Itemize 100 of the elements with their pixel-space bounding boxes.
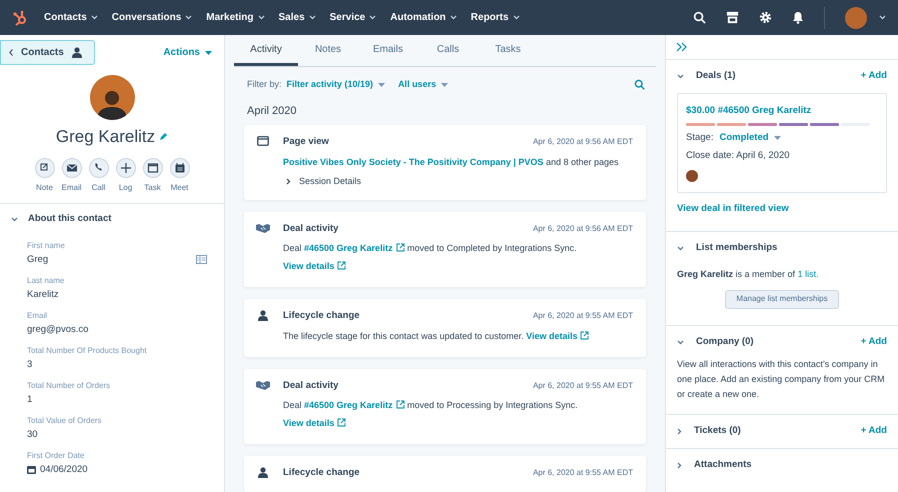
link[interactable]: View deal in filtered view (677, 202, 789, 216)
actions-dropdown[interactable]: Actions (163, 45, 212, 60)
add-link[interactable]: + Add (860, 424, 887, 438)
membership-text: Greg Karelitz is a member of 1 list. (677, 268, 820, 281)
field-label: Total Value of Orders (27, 414, 103, 426)
handshake-icon (256, 380, 270, 390)
caret-icon (308, 15, 316, 20)
chevron-icon (286, 178, 291, 185)
filter-dropdown[interactable]: Filter activity (10/19) (286, 78, 386, 92)
nav-menu-item[interactable]: Conversations (112, 10, 192, 25)
nav-menu-item[interactable]: Sales (278, 10, 316, 25)
nav-menu-item[interactable]: Service (330, 10, 376, 25)
add-link[interactable]: + Add (860, 334, 887, 350)
deal-link[interactable]: $30.00 #46500 Greg Karelitz (686, 104, 878, 118)
person-icon (258, 310, 268, 322)
user-avatar[interactable] (845, 6, 867, 28)
section-toggle[interactable]: About this contact (0, 204, 224, 236)
activity-title: Lifecycle change (283, 466, 360, 480)
field-label: Total Number of Orders (27, 380, 112, 390)
expand-panel-icon[interactable] (676, 42, 688, 52)
link[interactable]: #46500 Greg Karelitz (304, 400, 393, 410)
activity-text: Deal #46500 Greg Karelitz moved to Processing by Integrations Sync. View details (283, 398, 579, 430)
close-date: Close date: April 6, 2020 (686, 148, 791, 162)
external-link-icon[interactable] (580, 330, 590, 340)
caret-icon (441, 82, 448, 87)
link[interactable]: #46500 Greg Karelitz (304, 243, 393, 254)
section-toggle[interactable]: List memberships (677, 241, 778, 256)
link[interactable]: View details (283, 418, 334, 428)
field-value: 3 (27, 358, 32, 370)
external-link-icon[interactable] (337, 261, 346, 270)
caret-icon[interactable] (879, 15, 886, 20)
caret-icon (369, 15, 376, 20)
tab[interactable]: Calls (418, 35, 478, 66)
company-description: View all interactions with this contact’s company in one place. Add an existing company from your CRM or create a new one. (677, 358, 886, 400)
activity-text: Deal #46500 Greg Karelitz moved to Completed by Integrations Sync. View details (283, 242, 578, 274)
stage-dropdown[interactable]: Completed (719, 131, 781, 146)
caret-icon (774, 136, 781, 140)
activity-title: Deal activity (283, 378, 338, 392)
caret-icon (378, 82, 386, 87)
field-value: 04/06/2020 (40, 462, 88, 476)
nav-menu-item[interactable]: Contacts (44, 10, 98, 25)
owner-avatar (686, 170, 698, 182)
handshake-icon (256, 223, 270, 233)
activity-timestamp: Apr 6, 2020 at 9:55 AM EDT (532, 310, 633, 322)
activity-title: Page view (283, 135, 329, 150)
sprocket-logo-icon[interactable] (12, 10, 28, 26)
link[interactable]: View details (526, 330, 578, 340)
field-label: Email (27, 310, 48, 320)
details-icon[interactable] (196, 254, 207, 264)
search-icon[interactable] (693, 11, 706, 24)
nav-menu-item[interactable]: Automation (390, 10, 457, 25)
activity-text: Positive Vibes Only Society - The Positivity Company | PVOS and 8 other pages (283, 156, 620, 169)
caret-icon (258, 15, 264, 20)
link[interactable]: Positive Vibes Only Society - The Positivity Company | PVOS (283, 156, 544, 166)
activity-timestamp: Apr 6, 2020 at 9:56 AM EDT (532, 223, 633, 236)
field-value: 1 (27, 392, 32, 406)
nav-menu-item[interactable]: Marketing (206, 10, 264, 25)
session-details-toggle[interactable]: Session Details (283, 174, 633, 188)
notification-bell-icon[interactable] (792, 11, 804, 24)
external-link-icon[interactable] (337, 418, 346, 427)
person-icon (72, 47, 82, 58)
caret-icon (450, 15, 457, 20)
activity-timestamp: Apr 6, 2020 at 9:56 AM EDT (532, 136, 633, 148)
field-label: First name (27, 240, 66, 250)
field-value: Greg (27, 252, 48, 266)
link[interactable]: View details (283, 261, 334, 272)
tab[interactable]: Notes (298, 35, 358, 66)
field-label: Last name (27, 274, 66, 286)
section-toggle[interactable]: Company (0) (677, 334, 754, 350)
tab[interactable]: Emails (358, 35, 418, 66)
activity-title: Lifecycle change (283, 309, 360, 324)
field-value: Karelitz (27, 288, 59, 300)
filter-label: Filter by: (247, 78, 282, 92)
calendar-icon (27, 464, 36, 474)
external-link-icon[interactable] (396, 243, 405, 252)
marketplace-icon[interactable] (726, 11, 739, 24)
browser-window-icon (257, 136, 269, 146)
tab[interactable]: Tasks (478, 35, 538, 66)
filter-dropdown[interactable]: All users (398, 78, 448, 92)
settings-icon[interactable] (759, 11, 772, 24)
section-toggle[interactable]: Attachments (677, 458, 752, 472)
section-toggle[interactable]: Deals (1) (677, 69, 736, 84)
nav-menu-item[interactable]: Reports (470, 10, 520, 25)
activity-timestamp: Apr 6, 2020 at 9:55 AM EDT (532, 380, 633, 392)
month-heading: April 2020 (247, 104, 298, 119)
manage-list-memberships-button[interactable]: Manage list memberships (725, 290, 839, 308)
external-link-icon[interactable] (396, 400, 405, 409)
pencil-icon[interactable] (159, 132, 168, 142)
tab[interactable]: Activity (234, 35, 298, 66)
stage-label: Stage: (686, 131, 714, 146)
back-to-contacts-button[interactable]: Contacts (0, 40, 95, 65)
field-value: greg@pvos.co (27, 322, 88, 336)
add-link[interactable]: + Add (860, 69, 887, 84)
caret-icon (90, 15, 98, 20)
section-toggle[interactable]: Tickets (0) (677, 424, 741, 438)
caret-icon (512, 15, 520, 20)
back-chevron-icon (9, 49, 13, 56)
contact-name: Greg Karelitz (56, 126, 156, 148)
person-icon (258, 466, 268, 478)
link[interactable]: 1 list. (798, 269, 819, 279)
